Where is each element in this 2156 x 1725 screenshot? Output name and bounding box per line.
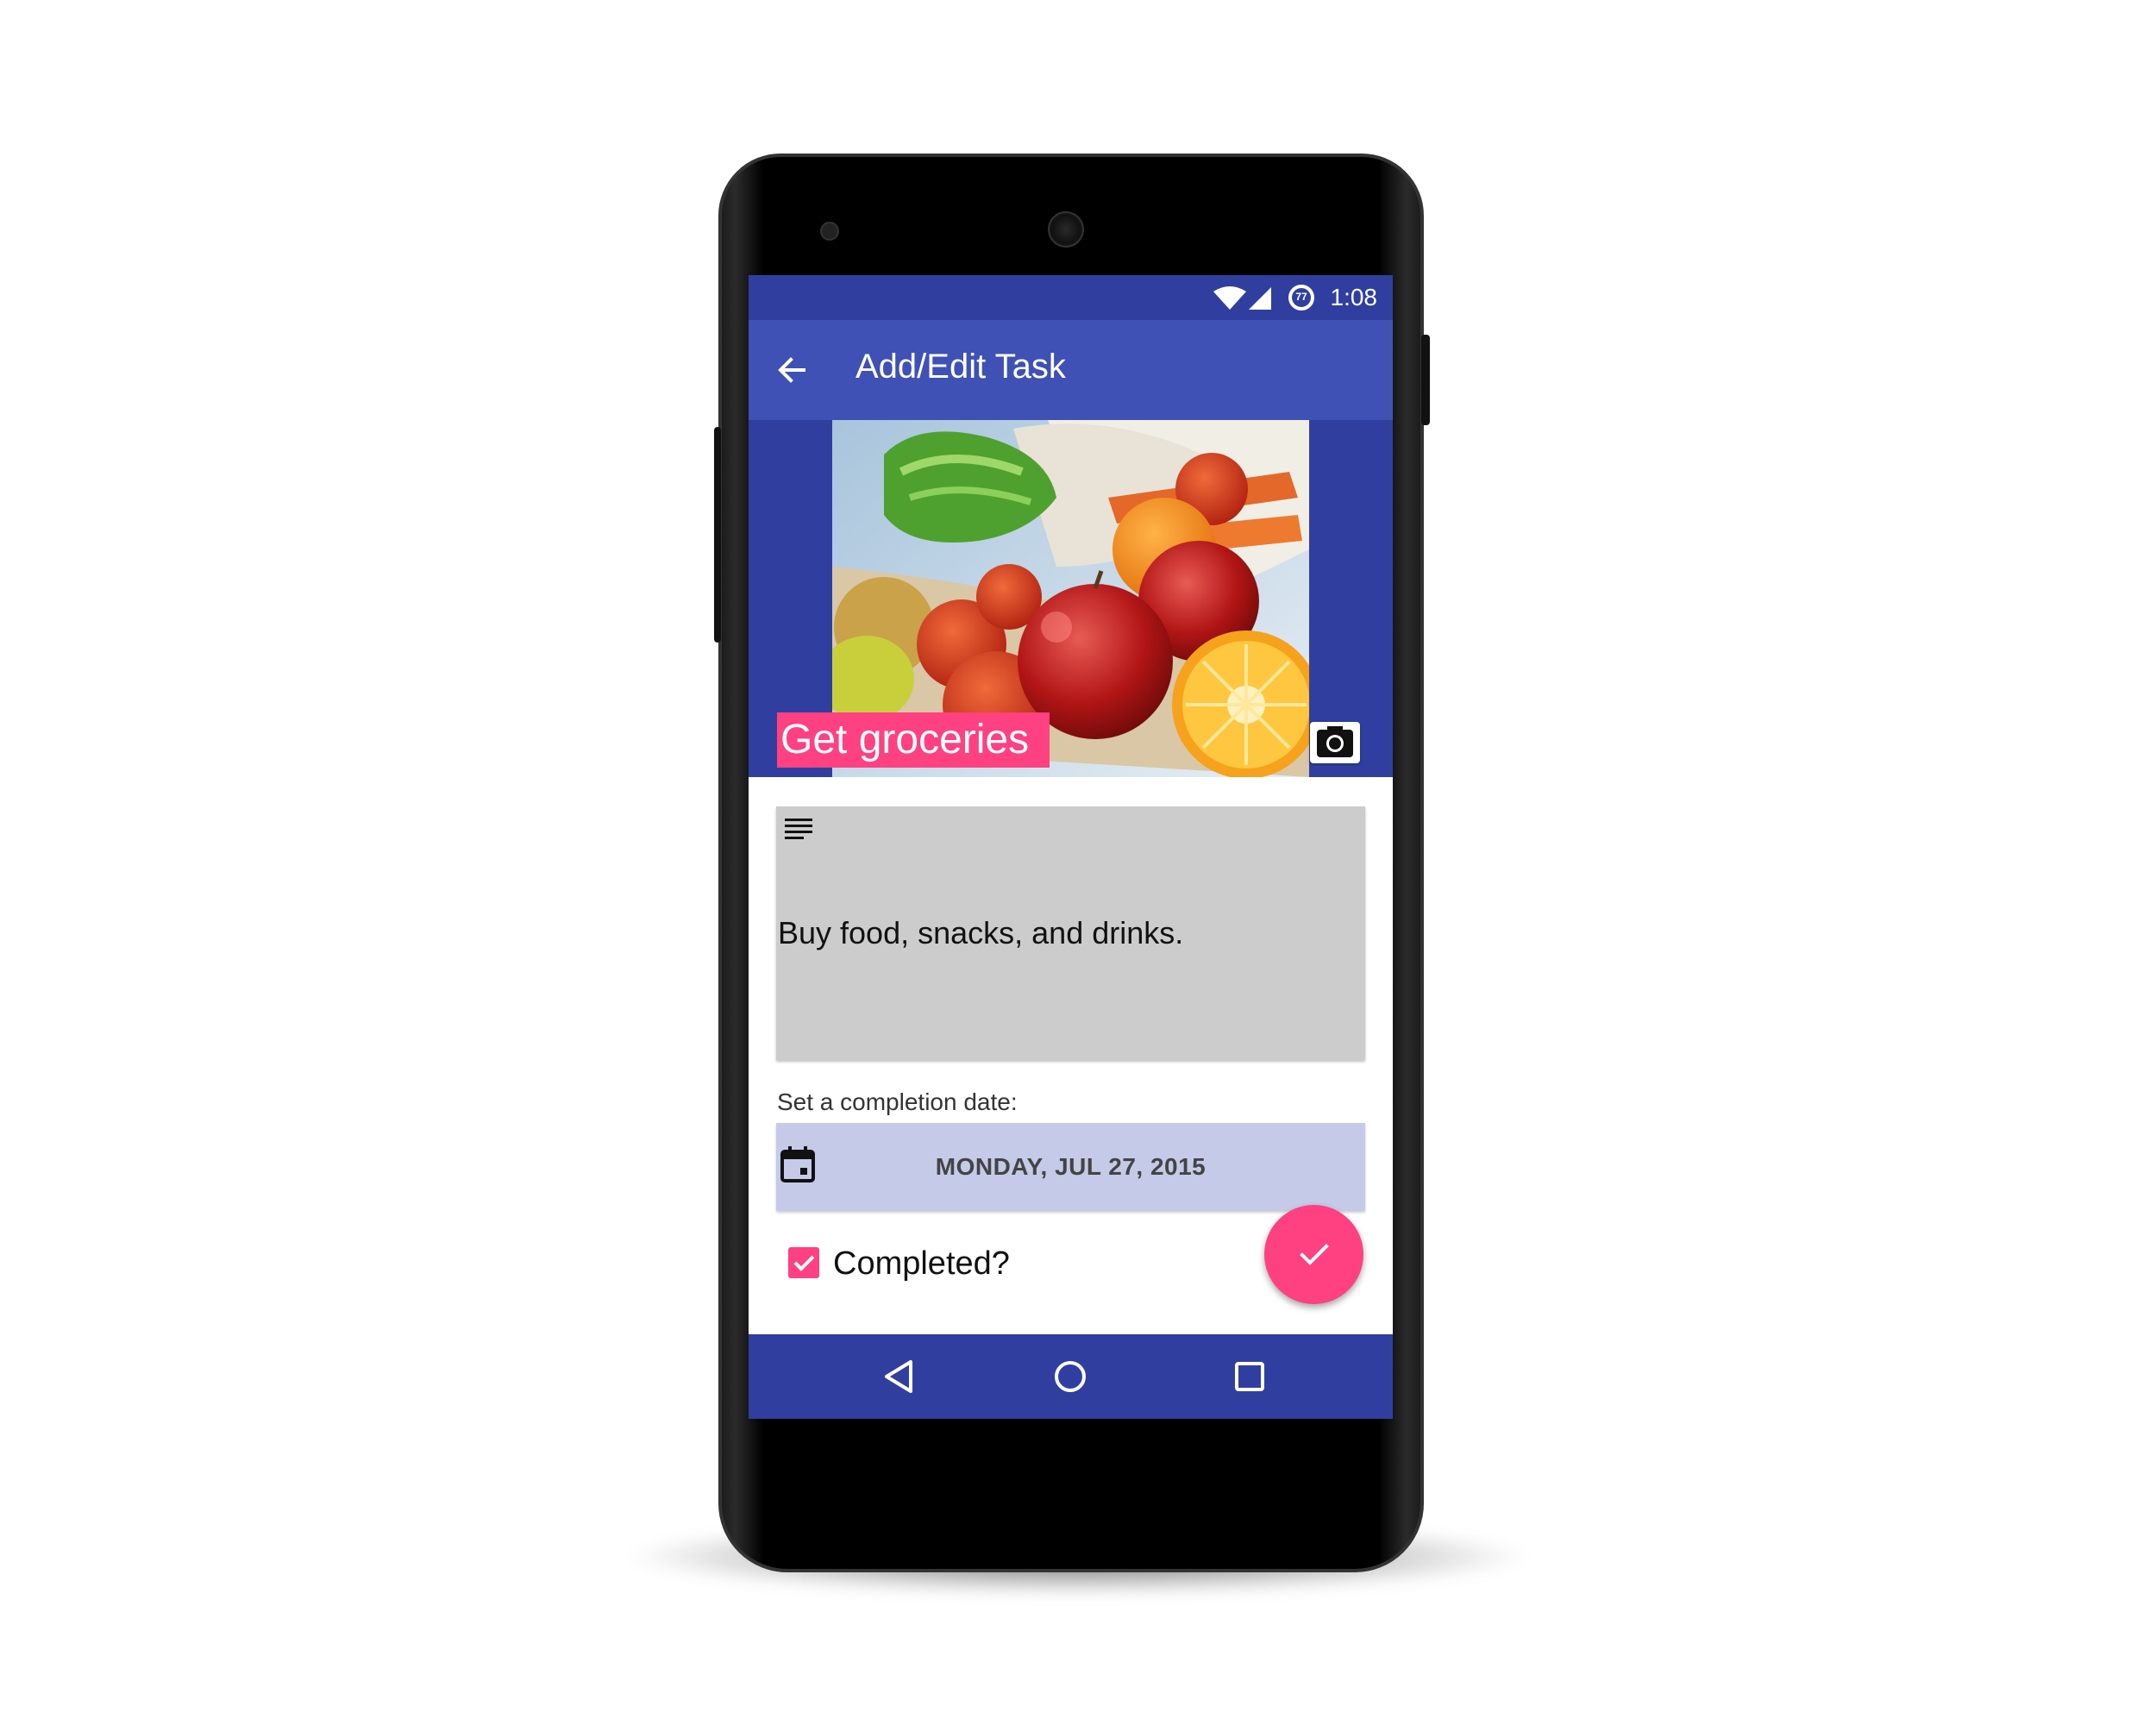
camera-button[interactable] [1310, 722, 1360, 763]
app-bar: Add/Edit Task [749, 320, 1393, 420]
power-button [714, 427, 721, 643]
completion-date-value: MONDAY, JUL 27, 2015 [935, 1153, 1206, 1180]
signal-icon [1249, 287, 1271, 310]
nav-bar [749, 1334, 1393, 1419]
task-header: Get groceries [749, 420, 1393, 777]
check-mark-icon [793, 1255, 815, 1271]
notes-icon [785, 819, 812, 839]
wifi-icon [1213, 286, 1246, 310]
arrow-back-icon [778, 357, 805, 383]
description-field[interactable]: Buy food, snacks, and drinks. [776, 806, 1365, 1060]
completion-date-button[interactable]: MONDAY, JUL 27, 2015 [776, 1123, 1365, 1211]
battery-level: 77 [1295, 291, 1307, 303]
completed-checkbox[interactable] [788, 1247, 819, 1278]
task-name-field[interactable]: Get groceries [777, 712, 1050, 768]
status-bar: 77 1:08 [749, 275, 1393, 320]
volume-button [1421, 335, 1430, 425]
front-camera [820, 222, 839, 241]
check-icon [1300, 1244, 1329, 1265]
nav-back-icon[interactable] [878, 1355, 921, 1398]
earpiece-speaker [1048, 211, 1084, 248]
back-button[interactable] [768, 346, 816, 394]
nav-recents-icon[interactable] [1228, 1355, 1271, 1398]
completed-label: Completed? [833, 1245, 1010, 1282]
nav-home-icon[interactable] [1049, 1355, 1092, 1398]
battery-icon: 77 [1288, 284, 1315, 311]
description-text: Buy food, snacks, and drinks. [778, 915, 1184, 950]
status-time: 1:08 [1330, 284, 1378, 310]
save-fab-button[interactable] [1264, 1205, 1363, 1304]
page-title: Add/Edit Task [856, 348, 1066, 386]
screen: 77 1:08 Add/Edit Task Get groceries Buy … [749, 275, 1393, 1419]
camera-icon [1317, 726, 1353, 757]
completion-date-label: Set a completion date: [777, 1088, 1018, 1115]
